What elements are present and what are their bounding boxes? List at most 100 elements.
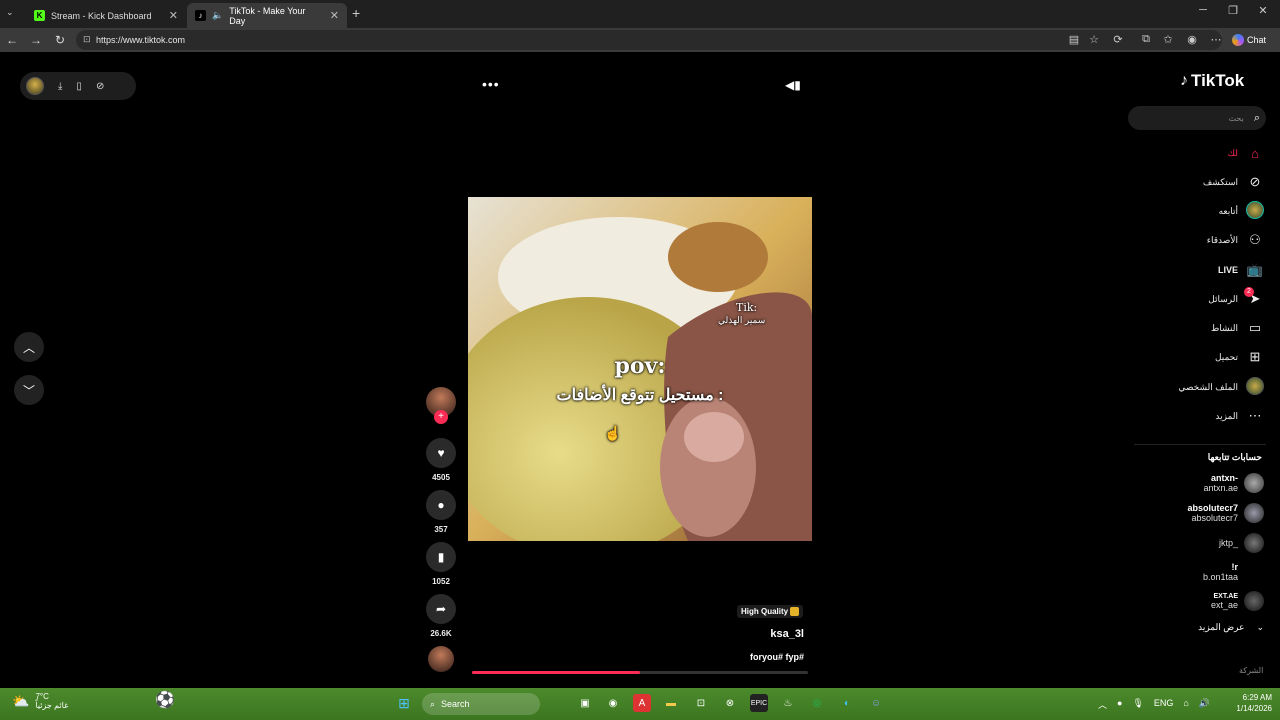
copilot-chat-button[interactable]: Chat bbox=[1232, 32, 1266, 48]
comment-icon[interactable]: ● bbox=[426, 490, 456, 520]
following-account[interactable]: EXT.AE ext_ae bbox=[1124, 588, 1264, 614]
music-disc[interactable] bbox=[426, 646, 456, 672]
refresh-button[interactable]: ↻ bbox=[52, 32, 68, 48]
app-red-icon[interactable]: A bbox=[633, 694, 651, 712]
follow-plus-icon[interactable]: + bbox=[434, 410, 448, 424]
extensions-refresh-icon[interactable]: ⟳ bbox=[1110, 33, 1126, 46]
user-avatar[interactable] bbox=[26, 77, 44, 95]
account-handle: absolutecr7 bbox=[1191, 513, 1238, 523]
following-account[interactable]: !r b.on1taa bbox=[1124, 559, 1264, 585]
restore-button[interactable]: ❐ bbox=[1218, 4, 1248, 17]
speaker-icon[interactable]: 🔈 bbox=[212, 10, 223, 21]
save-count: 1052 bbox=[432, 577, 450, 586]
following-account[interactable]: jktp_ bbox=[1124, 530, 1264, 556]
system-tray: ︿ ● 🎙 ENG ⌂ 🔊 bbox=[1098, 698, 1210, 711]
task-view-icon[interactable]: ▣ bbox=[576, 694, 594, 712]
search-icon[interactable]: ⌕ bbox=[1254, 112, 1260, 125]
bookmark-icon[interactable]: ▮ bbox=[426, 542, 456, 572]
footer-company-link[interactable]: الشركة bbox=[1239, 666, 1263, 675]
taskbar-search-label: Search bbox=[441, 699, 470, 709]
nav-upload[interactable]: تحميل ⊞ bbox=[1114, 346, 1264, 368]
network-icon[interactable]: ⌂ bbox=[1183, 698, 1188, 711]
heart-icon[interactable]: ♥ bbox=[426, 438, 456, 468]
taskbar-clock[interactable]: 6:29 AM 1/14/2026 bbox=[1228, 692, 1272, 714]
nav-more[interactable]: المزيد ⋯ bbox=[1114, 405, 1264, 427]
account-avatar bbox=[1244, 562, 1264, 582]
site-info-icon[interactable]: ⊡ bbox=[83, 34, 91, 45]
share-action[interactable]: ➦ 26.6K bbox=[426, 594, 456, 638]
share-icon[interactable]: ➦ bbox=[426, 594, 456, 624]
see-more-link[interactable]: عرض المزيد ⌄ bbox=[1154, 622, 1264, 633]
store-icon[interactable]: ⊡ bbox=[692, 694, 710, 712]
like-action[interactable]: ♥ 4505 bbox=[426, 438, 456, 482]
minimize-button[interactable]: ─ bbox=[1188, 4, 1218, 16]
device-icon[interactable]: ▯ bbox=[76, 81, 82, 92]
microphone-icon[interactable]: 🎙 bbox=[1132, 698, 1143, 711]
windows-start-icon[interactable]: ⊞ bbox=[395, 694, 413, 712]
nav-for-you[interactable]: لك ⌂ bbox=[1114, 142, 1264, 164]
tab-list-chevron-icon[interactable]: ⌄ bbox=[6, 7, 14, 18]
favorite-star-icon[interactable]: ☆ bbox=[1086, 33, 1102, 46]
weather-temp: 7°C bbox=[35, 692, 49, 701]
url-input[interactable]: ⊡ https://www.tiktok.com bbox=[76, 30, 1222, 50]
creator-avatar[interactable]: + bbox=[426, 387, 456, 424]
steam-icon[interactable]: ♨ bbox=[779, 694, 797, 712]
nav-label: استكشف bbox=[1202, 176, 1238, 187]
obs-icon[interactable]: ◉ bbox=[604, 694, 622, 712]
search-input[interactable]: بحث ⌕ bbox=[1128, 106, 1266, 130]
following-account[interactable]: absolutecr7 absolutecr7 bbox=[1124, 500, 1264, 526]
comment-action[interactable]: ● 357 bbox=[426, 490, 456, 534]
settings-more-icon[interactable]: ⋯ bbox=[1208, 33, 1224, 46]
language-indicator[interactable]: ENG bbox=[1154, 698, 1174, 711]
epic-games-icon[interactable]: EPIC bbox=[750, 694, 768, 712]
player-top-controls: ⤓ ▯ ⊘ bbox=[20, 72, 136, 100]
next-video-button[interactable]: ﹀ bbox=[14, 375, 44, 405]
quality-badge[interactable]: High Quality bbox=[737, 605, 804, 619]
compass-small-icon[interactable]: ⊘ bbox=[96, 81, 104, 92]
tiktok-logo[interactable]: ♪ TikTok bbox=[1180, 71, 1244, 91]
following-account[interactable]: antxn-antxn.ae bbox=[1124, 470, 1264, 496]
back-button[interactable]: ← bbox=[4, 32, 20, 48]
tab-close-icon[interactable]: ✕ bbox=[169, 9, 178, 22]
video-progress-bar[interactable] bbox=[472, 671, 808, 674]
nav-explore[interactable]: استكشف ⊘ bbox=[1114, 171, 1264, 193]
tab-close-icon[interactable]: ✕ bbox=[330, 9, 339, 22]
nav-messages[interactable]: الرسائل ➤ 2 bbox=[1114, 287, 1264, 310]
nav-friends[interactable]: الأصدقاء ⚇ bbox=[1114, 229, 1264, 251]
file-explorer-icon[interactable]: ▬ bbox=[662, 694, 680, 712]
forward-button[interactable]: → bbox=[28, 32, 44, 48]
close-window-button[interactable]: ✕ bbox=[1248, 4, 1278, 17]
speaker-icon[interactable]: 🔊 bbox=[1199, 698, 1210, 711]
profile-avatar-icon[interactable]: ◉ bbox=[1184, 33, 1200, 46]
nav-activity[interactable]: النشاط ▭ bbox=[1114, 317, 1264, 339]
account-name: !r bbox=[1231, 562, 1239, 572]
download-icon[interactable]: ⤓ bbox=[58, 81, 62, 92]
favorites-icon[interactable]: ✩ bbox=[1160, 33, 1176, 46]
edge-icon[interactable]: ◐ bbox=[838, 694, 856, 712]
compass-icon: ⊘ bbox=[1249, 174, 1261, 189]
nav-live[interactable]: LIVE 📺 bbox=[1114, 259, 1264, 281]
taskbar-search[interactable]: ⌕ Search bbox=[422, 693, 540, 715]
tray-app-icon[interactable]: ● bbox=[1117, 698, 1122, 711]
nav-label: الملف الشخصي bbox=[1178, 381, 1238, 392]
more-options-icon[interactable]: ••• bbox=[482, 76, 500, 92]
spotify-icon[interactable]: ◎ bbox=[808, 694, 826, 712]
tray-chevron-icon[interactable]: ︿ bbox=[1098, 698, 1107, 711]
save-action[interactable]: ▮ 1052 bbox=[426, 542, 456, 586]
extensions-icon[interactable]: ⧉ bbox=[1138, 33, 1154, 46]
tab-kick-dashboard[interactable]: K Stream - Kick Dashboard ✕ bbox=[26, 3, 186, 28]
discord-icon[interactable]: ☺ bbox=[867, 694, 885, 712]
weather-widget[interactable]: ⛅ 7°C غائم جزئياً bbox=[12, 692, 68, 710]
reading-view-icon[interactable]: ▤ bbox=[1066, 33, 1082, 46]
account-name: absolutecr7 bbox=[1187, 503, 1238, 513]
previous-video-button[interactable]: ︿ bbox=[14, 332, 44, 362]
video-player[interactable]: Tik: سمير الهذلي pov: مستحيل تتوقع الأضا… bbox=[468, 197, 812, 541]
xbox-icon[interactable]: ⊗ bbox=[721, 694, 739, 712]
tab-tiktok[interactable]: ♪ 🔈 TikTok - Make Your Day ✕ bbox=[187, 3, 347, 28]
nav-following[interactable]: أتابعه bbox=[1114, 200, 1264, 222]
video-username[interactable]: ksa_3l bbox=[704, 628, 804, 640]
volume-icon[interactable]: ◀▮ bbox=[785, 78, 801, 92]
video-hashtags[interactable]: foryou# fyp# bbox=[664, 652, 804, 662]
new-tab-button[interactable]: + bbox=[352, 5, 360, 21]
nav-profile[interactable]: الملف الشخصي bbox=[1114, 376, 1264, 398]
